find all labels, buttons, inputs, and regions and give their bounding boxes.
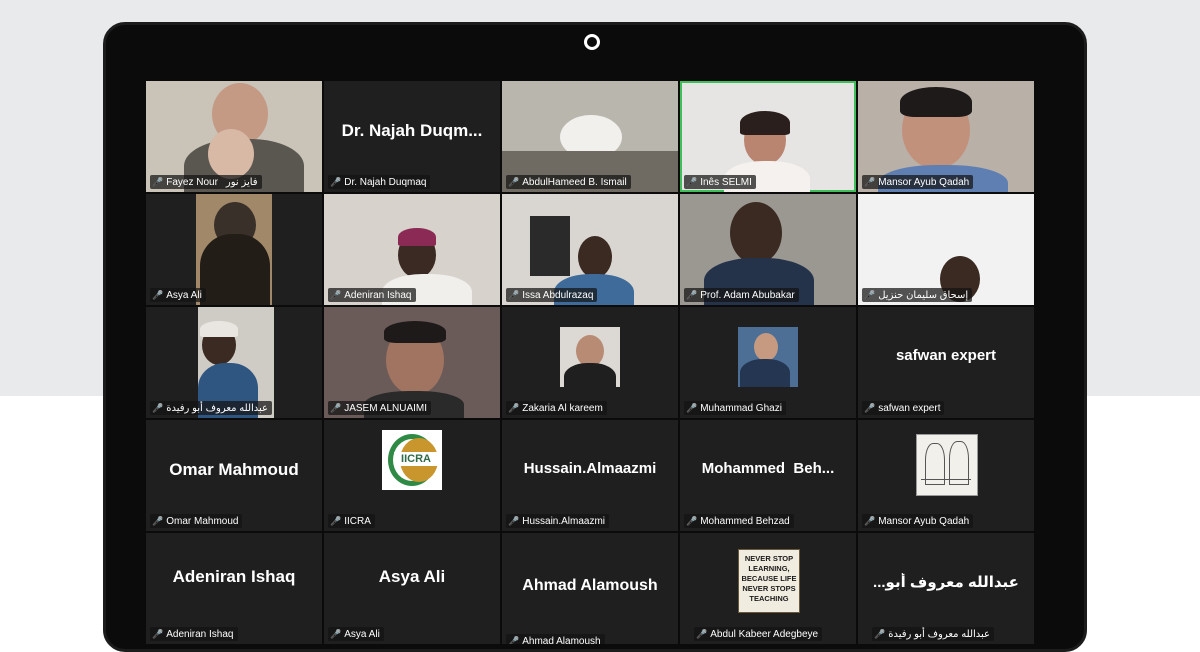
participant-tile[interactable]: 🎤 Mansor Ayub Qadah <box>858 81 1034 192</box>
participant-name-label: 🎤 Asya Ali <box>328 627 384 641</box>
mic-muted-icon: 🎤 <box>508 403 520 413</box>
participant-display-name: safwan expert <box>895 347 997 364</box>
participant-name-label: 🎤 JASEM ALNUAIMI <box>328 401 432 415</box>
participant-display-name: عبدالله معروف أبو... <box>873 574 1019 591</box>
participant-name-label: 🎤 Inês SELMI <box>684 175 756 189</box>
participant-name-label: 🎤 Mansor Ayub Qadah <box>862 514 974 528</box>
participant-tile[interactable]: 🎤 Fayez Nour فايز نور <box>146 81 322 192</box>
webcam-icon <box>584 34 600 50</box>
mic-muted-icon: 🎤 <box>152 403 164 413</box>
participant-tile[interactable]: 🎤 Mansor Ayub Qadah <box>858 420 1034 531</box>
participant-name-label: 🎤 عبدالله معروف أبو رفيدة <box>150 401 273 415</box>
mic-muted-icon: 🎤 <box>686 177 698 187</box>
participant-tile[interactable]: IICRA 🎤 IICRA <box>324 420 500 531</box>
participant-name-label: 🎤 Muhammad Ghazi <box>684 401 786 415</box>
participant-display-name: Hussain.Almaazmi <box>523 460 657 477</box>
mic-muted-icon: 🎤 <box>686 403 698 413</box>
participant-name-label: 🎤 Ahmad Alamoush <box>506 634 605 644</box>
mic-muted-icon: 🎤 <box>696 629 708 639</box>
mic-muted-icon: 🎤 <box>152 177 164 187</box>
participant-tile[interactable]: NEVER STOP LEARNING, BECAUSE LIFE NEVER … <box>680 533 856 644</box>
mic-muted-icon: 🎤 <box>152 629 164 639</box>
participant-name-label: 🎤 Fayez Nour فايز نور <box>150 175 262 189</box>
participant-tile-active-speaker[interactable]: 🎤 Inês SELMI <box>680 81 856 192</box>
participant-name-label: 🎤 Mohammed Behzad <box>684 514 794 528</box>
profile-picture <box>738 327 798 387</box>
participant-name-label: 🎤 Asya Ali <box>150 288 206 302</box>
participant-tile[interactable]: Ahmad Alamoush 🎤 Ahmad Alamoush <box>502 533 678 644</box>
mic-muted-icon: 🎤 <box>330 177 342 187</box>
mic-muted-icon: 🎤 <box>330 629 342 639</box>
participant-name-label: 🎤 Adeniran Ishaq <box>150 627 238 641</box>
participant-grid: 🎤 Fayez Nour فايز نور Dr. Najah Duqm... 🎤 D… <box>146 81 1034 644</box>
participant-tile[interactable]: safwan expert 🎤 safwan expert <box>858 307 1034 418</box>
participant-tile[interactable]: Omar Mahmoud 🎤 Omar Mahmoud <box>146 420 322 531</box>
mic-muted-icon: 🎤 <box>874 629 886 639</box>
participant-display-name: Adeniran Ishaq <box>172 567 296 586</box>
mic-muted-icon: 🎤 <box>152 290 164 300</box>
iicra-logo: IICRA <box>382 430 442 490</box>
participant-tile[interactable]: 🎤 JASEM ALNUAIMI <box>324 307 500 418</box>
participant-name-label: 🎤 Adeniran Ishaq <box>328 288 416 302</box>
profile-picture <box>916 434 978 496</box>
participant-display-name: Asya Ali <box>378 567 446 586</box>
participant-tile[interactable]: 🎤 Issa Abdulrazaq <box>502 194 678 305</box>
participant-name-label: 🎤 Hussain.Almaazmi <box>506 514 610 528</box>
participant-name-label: 🎤 Omar Mahmoud <box>150 514 243 528</box>
profile-picture <box>560 327 620 387</box>
mic-muted-icon: 🎤 <box>330 290 342 300</box>
mic-muted-icon: 🎤 <box>864 177 876 187</box>
mic-muted-icon: 🎤 <box>508 516 520 526</box>
participant-tile[interactable]: Adeniran Ishaq 🎤 Adeniran Ishaq <box>146 533 322 644</box>
participant-tile[interactable]: Mohammed Beh... 🎤 Mohammed Behzad <box>680 420 856 531</box>
participant-tile[interactable]: 🎤 Muhammad Ghazi <box>680 307 856 418</box>
participant-tile[interactable]: Hussain.Almaazmi 🎤 Hussain.Almaazmi <box>502 420 678 531</box>
participant-tile[interactable]: 🎤 AbdulHameed B. Ismail <box>502 81 678 192</box>
participant-name-label: 🎤 Prof. Adam Abubakar <box>684 288 799 302</box>
profile-picture-sign: NEVER STOP LEARNING, BECAUSE LIFE NEVER … <box>738 549 800 613</box>
participant-tile[interactable]: 🎤 Prof. Adam Abubakar <box>680 194 856 305</box>
participant-tile[interactable]: Asya Ali 🎤 Asya Ali <box>324 533 500 644</box>
participant-name-label: 🎤 Mansor Ayub Qadah <box>862 175 974 189</box>
participant-name-label: 🎤 Dr. Najah Duqmaq <box>328 175 431 189</box>
participant-tile[interactable]: 🎤 إسحاق سليمان حنزيل <box>858 194 1034 305</box>
mic-muted-icon: 🎤 <box>864 403 876 413</box>
mic-muted-icon: 🎤 <box>864 290 876 300</box>
participant-display-name: Omar Mahmoud <box>169 460 299 479</box>
mic-muted-icon: 🎤 <box>152 516 164 526</box>
participant-name-label: 🎤 Zakaria Al kareem <box>506 401 607 415</box>
mic-muted-icon: 🎤 <box>508 636 520 644</box>
participant-tile[interactable]: 🎤 Asya Ali <box>146 194 322 305</box>
participant-tile[interactable]: 🎤 Adeniran Ishaq <box>324 194 500 305</box>
mic-muted-icon: 🎤 <box>686 290 698 300</box>
participant-name-label: 🎤 Abdul Kabeer Adegbeye <box>694 627 823 641</box>
mic-muted-icon: 🎤 <box>508 290 520 300</box>
participant-display-name: Mohammed Beh... <box>701 460 835 477</box>
participant-display-name: Ahmad Alamoush <box>522 577 658 594</box>
mic-muted-icon: 🎤 <box>330 516 342 526</box>
mic-muted-icon: 🎤 <box>686 516 698 526</box>
participant-display-name: Dr. Najah Duqm... <box>341 121 483 140</box>
participant-name-label: 🎤 IICRA <box>328 514 375 528</box>
participant-name-label: 🎤 Issa Abdulrazaq <box>506 288 598 302</box>
participant-name-label: 🎤 عبدالله معروف أبو رفيدة <box>872 627 995 641</box>
mic-muted-icon: 🎤 <box>330 403 342 413</box>
participant-tile[interactable]: عبدالله معروف أبو... 🎤 عبدالله معروف أبو … <box>858 533 1034 644</box>
participant-name-label: 🎤 safwan expert <box>862 401 945 415</box>
participant-tile[interactable]: Dr. Najah Duqm... 🎤 Dr. Najah Duqmaq <box>324 81 500 192</box>
participant-tile[interactable]: 🎤 Zakaria Al kareem <box>502 307 678 418</box>
mic-muted-icon: 🎤 <box>508 177 520 187</box>
participant-tile[interactable]: 🎤 عبدالله معروف أبو رفيدة <box>146 307 322 418</box>
mic-muted-icon: 🎤 <box>864 516 876 526</box>
participant-name-label: 🎤 AbdulHameed B. Ismail <box>506 175 631 189</box>
participant-name-label: 🎤 إسحاق سليمان حنزيل <box>862 288 973 302</box>
